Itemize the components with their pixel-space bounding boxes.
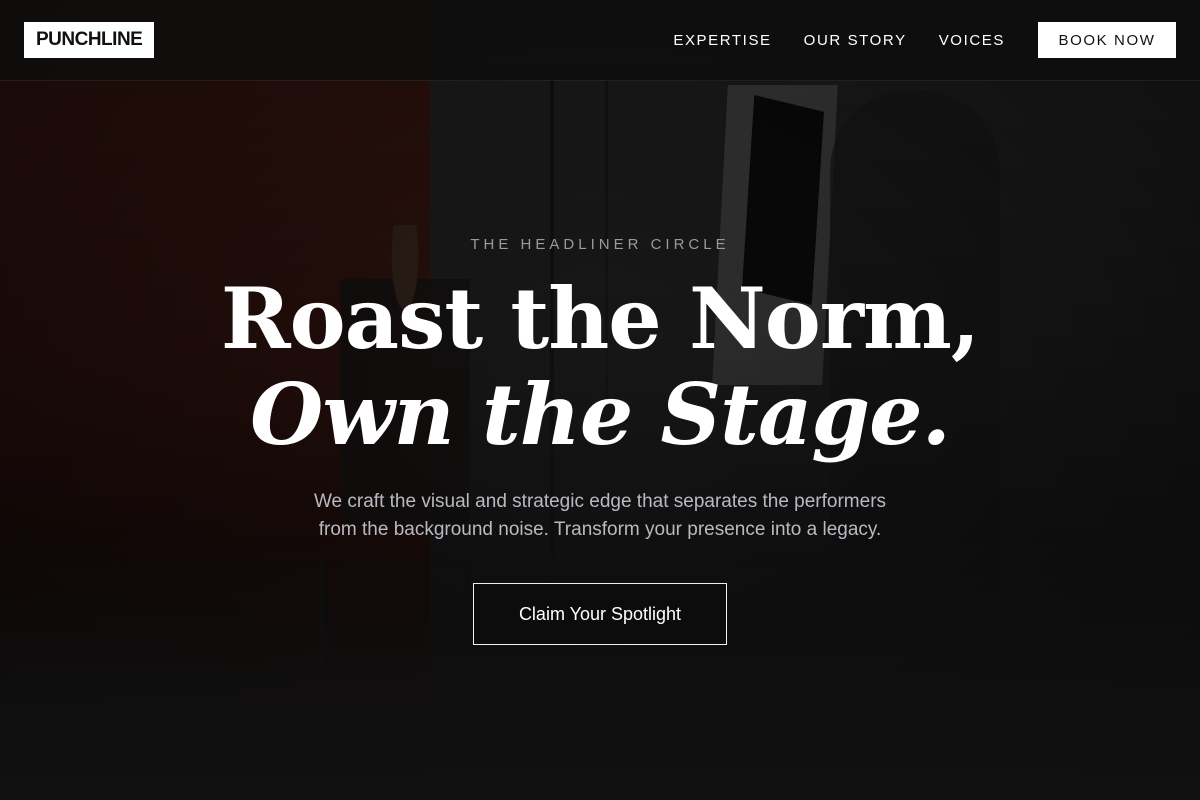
hero-eyebrow: THE HEADLINER CIRCLE (470, 236, 730, 253)
claim-spotlight-button[interactable]: Claim Your Spotlight (473, 583, 727, 645)
nav-link-our-story[interactable]: OUR STORY (804, 32, 907, 49)
nav-link-voices[interactable]: VOICES (939, 32, 1005, 49)
hero-subtitle-line1: We craft the visual and strategic edge t… (313, 491, 887, 512)
hero-subtitle-line2: from the background noise. Transform you… (318, 519, 882, 540)
hero-title: Roast the Norm, Own the Stage. (0, 271, 1200, 463)
main-nav: EXPERTISE OUR STORY VOICES BOOK NOW (673, 22, 1176, 58)
hero-subtitle: We craft the visual and strategic edge t… (270, 488, 930, 544)
hero-title-line2: Own the Stage. (250, 365, 951, 464)
logo[interactable]: PUNCHLINE (24, 22, 155, 58)
nav-link-expertise[interactable]: EXPERTISE (673, 32, 771, 49)
hero-section: THE HEADLINER CIRCLE Roast the Norm, Own… (0, 81, 1200, 800)
site-header: PUNCHLINE EXPERTISE OUR STORY VOICES BOO… (0, 0, 1200, 81)
hero-title-line1: Roast the Norm, (220, 269, 980, 368)
book-now-button[interactable]: BOOK NOW (1038, 22, 1176, 58)
